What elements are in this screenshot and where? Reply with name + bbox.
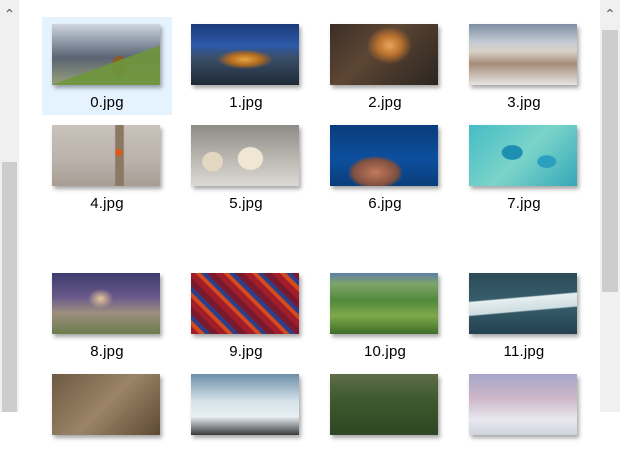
image-thumbnail: [52, 125, 160, 186]
window-edge: [620, 0, 630, 412]
file-item-9[interactable]: 9.jpg: [181, 266, 311, 364]
image-thumbnail: [469, 125, 577, 186]
chevron-up-icon[interactable]: ⌃: [600, 4, 620, 24]
image-thumbnail: [330, 24, 438, 85]
file-name: 8.jpg: [90, 343, 124, 360]
file-item-5[interactable]: 5.jpg: [181, 118, 311, 216]
image-thumbnail: [52, 24, 160, 85]
file-name: 2.jpg: [368, 94, 402, 111]
file-item-11[interactable]: 11.jpg: [459, 266, 589, 364]
file-name: 1.jpg: [229, 94, 263, 111]
file-item-15[interactable]: [459, 367, 589, 465]
file-item-3[interactable]: 3.jpg: [459, 17, 589, 115]
image-thumbnail: [191, 24, 299, 85]
image-thumbnail: [469, 24, 577, 85]
file-item-7[interactable]: 7.jpg: [459, 118, 589, 216]
file-item-13[interactable]: [181, 367, 311, 465]
scrollbar-thumb[interactable]: [2, 162, 17, 412]
file-name: 5.jpg: [229, 195, 263, 212]
image-thumbnail: [469, 273, 577, 334]
image-thumbnail: [330, 125, 438, 186]
file-name: 10.jpg: [363, 343, 407, 360]
file-item-12[interactable]: [42, 367, 172, 465]
right-scrollbar[interactable]: ⌃: [600, 0, 620, 412]
file-item-14[interactable]: [320, 367, 450, 465]
file-item-6[interactable]: 6.jpg: [320, 118, 450, 216]
file-name: 4.jpg: [90, 195, 124, 212]
file-name: 0.jpg: [90, 94, 124, 111]
image-thumbnail: [52, 374, 160, 435]
file-item-0[interactable]: 0.jpg: [42, 17, 172, 115]
file-name: 11.jpg: [503, 343, 545, 360]
image-thumbnail: [52, 273, 160, 334]
scrollbar-thumb[interactable]: [602, 30, 618, 292]
image-thumbnail: [330, 374, 438, 435]
file-name: 6.jpg: [368, 195, 402, 212]
chevron-up-icon[interactable]: ⌃: [0, 4, 19, 24]
file-item-1[interactable]: 1.jpg: [181, 17, 311, 115]
file-item-10[interactable]: 10.jpg: [320, 266, 450, 364]
left-scrollbar[interactable]: ⌃: [0, 0, 19, 412]
file-name: 7.jpg: [507, 195, 541, 212]
file-item-2[interactable]: 2.jpg: [320, 17, 450, 115]
image-thumbnail: [469, 374, 577, 435]
file-item-4[interactable]: 4.jpg: [42, 118, 172, 216]
file-name: 9.jpg: [229, 343, 263, 360]
image-thumbnail: [191, 125, 299, 186]
image-thumbnail: [191, 273, 299, 334]
file-item-8[interactable]: 8.jpg: [42, 266, 172, 364]
file-name: 3.jpg: [507, 94, 541, 111]
image-thumbnail: [191, 374, 299, 435]
image-thumbnail: [330, 273, 438, 334]
